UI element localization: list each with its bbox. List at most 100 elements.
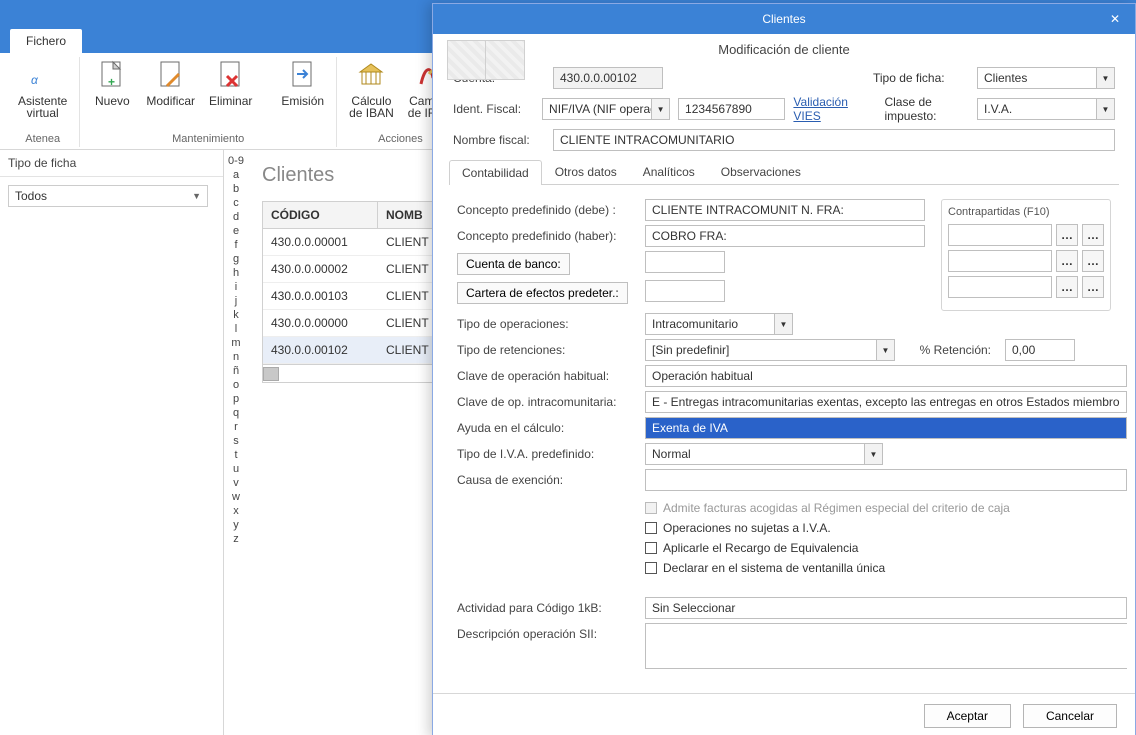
emision-button[interactable]: Emisión: [277, 57, 328, 109]
clave-hab-combo[interactable]: Operación habitual▼: [645, 365, 1127, 387]
tab-contabilidad[interactable]: Contabilidad: [449, 160, 542, 185]
tab-otros-datos[interactable]: Otros datos: [542, 159, 630, 184]
alpha-z[interactable]: z: [226, 532, 246, 546]
debe-field[interactable]: CLIENTE INTRACOMUNIT N. FRA:: [645, 199, 925, 221]
clave-intra-combo[interactable]: E - Entregas intracomunitarias exentas, …: [645, 391, 1127, 413]
tipo-ficha-select[interactable]: Todos ▼: [8, 185, 208, 207]
alpha-c[interactable]: c: [226, 196, 246, 210]
debe-label: Concepto predefinido (debe) :: [457, 203, 635, 217]
modal-subtitle: Modificación de cliente: [441, 42, 1127, 57]
alpha-0-9[interactable]: 0-9: [226, 154, 246, 168]
group-title-mant: Mantenimiento: [88, 133, 328, 147]
tipo-ret-label: Tipo de retenciones:: [457, 343, 635, 357]
alpha-r[interactable]: r: [226, 420, 246, 434]
lookup-button[interactable]: …: [1082, 276, 1104, 298]
nombre-field[interactable]: CLIENTE INTRACOMUNITARIO: [553, 129, 1115, 151]
alpha-i[interactable]: i: [226, 280, 246, 294]
modal-titlebar[interactable]: Clientes ✕: [433, 4, 1135, 34]
clave-intra-label: Clave de op. intracomunitaria:: [457, 395, 635, 409]
chk-recargo[interactable]: Aplicarle el Recargo de Equivalencia: [645, 541, 1127, 555]
cartera-button[interactable]: Cartera de efectos predeter.:: [457, 282, 628, 304]
ribbon-tab-fichero[interactable]: Fichero: [10, 29, 82, 53]
lookup-button[interactable]: …: [1056, 276, 1078, 298]
haber-field[interactable]: COBRO FRA:: [645, 225, 925, 247]
tab-observaciones[interactable]: Observaciones: [708, 159, 814, 184]
tab-analíticos[interactable]: Analíticos: [630, 159, 708, 184]
lookup-button[interactable]: …: [1056, 250, 1078, 272]
iban-label: Cálculo de IBAN: [349, 95, 394, 119]
calculo-iban-button[interactable]: Cálculo de IBAN: [345, 57, 398, 121]
alpha-m[interactable]: m: [226, 336, 246, 350]
alpha-d[interactable]: d: [226, 210, 246, 224]
alpha-n[interactable]: n: [226, 350, 246, 364]
modificar-label: Modificar: [146, 95, 195, 107]
image-placeholder[interactable]: [447, 40, 525, 80]
lookup-button[interactable]: …: [1056, 224, 1078, 246]
aceptar-button[interactable]: Aceptar: [924, 704, 1011, 728]
chk4-label: Declarar en el sistema de ventanilla úni…: [663, 561, 885, 575]
alpha-l[interactable]: l: [226, 322, 246, 336]
asistente-label: Asistente virtual: [18, 95, 67, 119]
asistente-virtual-button[interactable]: α Asistente virtual: [14, 57, 71, 121]
cuenta-banco-button[interactable]: Cuenta de banco:: [457, 253, 570, 275]
cancelar-button[interactable]: Cancelar: [1023, 704, 1117, 728]
svg-text:α: α: [31, 73, 39, 87]
alpha-t[interactable]: t: [226, 448, 246, 462]
nuevo-button[interactable]: +Nuevo: [88, 57, 136, 109]
alpha-g[interactable]: g: [226, 252, 246, 266]
chk-no-sujetas[interactable]: Operaciones no sujetas a I.V.A.: [645, 521, 1127, 535]
clase-imp-label: Clase de impuesto:: [884, 95, 969, 123]
modificar-button[interactable]: Modificar: [142, 57, 199, 109]
alpha-o[interactable]: o: [226, 378, 246, 392]
cartera-field[interactable]: [645, 280, 725, 302]
ayuda-value: Exenta de IVA: [645, 417, 1127, 439]
ident-value-field[interactable]: 1234567890: [678, 98, 785, 120]
actividad-label: Actividad para Código 1kB:: [457, 601, 635, 615]
ident-tipo-combo[interactable]: NIF/IVA (NIF operad▼: [542, 98, 670, 120]
tipo-ret-combo[interactable]: [Sin predefinir]▼: [645, 339, 895, 361]
col-codigo[interactable]: CÓDIGO: [263, 202, 378, 228]
contrapartidas-box: Contrapartidas (F10) …… …… ……: [941, 199, 1111, 311]
cell-codigo: 430.0.0.00103: [263, 283, 378, 309]
actividad-combo[interactable]: Sin Seleccionar▼: [645, 597, 1127, 619]
cell-codigo: 430.0.0.00000: [263, 310, 378, 336]
lookup-button[interactable]: …: [1082, 250, 1104, 272]
validacion-vies-link[interactable]: Validación VIES: [793, 95, 868, 123]
tipo-ficha-combo[interactable]: Clientes▼: [977, 67, 1115, 89]
alpha-w[interactable]: w: [226, 490, 246, 504]
lookup-button[interactable]: …: [1082, 224, 1104, 246]
alpha-h[interactable]: h: [226, 266, 246, 280]
ayuda-combo[interactable]: Exenta de IVA▼: [645, 417, 1127, 439]
document-plus-icon: +: [96, 59, 128, 91]
clase-imp-combo[interactable]: I.V.A.▼: [977, 98, 1115, 120]
eliminar-button[interactable]: Eliminar: [205, 57, 256, 109]
chk-ventanilla[interactable]: Declarar en el sistema de ventanilla úni…: [645, 561, 1127, 575]
contra-field-1[interactable]: [948, 224, 1052, 246]
alpha-e[interactable]: e: [226, 224, 246, 238]
alpha-j[interactable]: j: [226, 294, 246, 308]
alpha-b[interactable]: b: [226, 182, 246, 196]
alpha-k[interactable]: k: [226, 308, 246, 322]
alpha-f[interactable]: f: [226, 238, 246, 252]
alpha-q[interactable]: q: [226, 406, 246, 420]
contra-field-3[interactable]: [948, 276, 1052, 298]
alpha-u[interactable]: u: [226, 462, 246, 476]
alpha-ñ[interactable]: ñ: [226, 364, 246, 378]
alpha-x[interactable]: x: [226, 504, 246, 518]
alpha-a[interactable]: a: [226, 168, 246, 182]
ribbon-group-atenea: α Asistente virtual Atenea: [6, 57, 80, 147]
contra-field-2[interactable]: [948, 250, 1052, 272]
tipo-op-combo[interactable]: Intracomunitario▼: [645, 313, 793, 335]
alpha-y[interactable]: y: [226, 518, 246, 532]
alpha-p[interactable]: p: [226, 392, 246, 406]
causa-combo[interactable]: ▼: [645, 469, 1127, 491]
alpha-s[interactable]: s: [226, 434, 246, 448]
tipo-iva-combo[interactable]: Normal▼: [645, 443, 883, 465]
close-button[interactable]: ✕: [1095, 4, 1135, 34]
causa-value: [645, 469, 1127, 491]
desc-sii-textarea[interactable]: ▲▼: [645, 623, 1127, 669]
alpha-v[interactable]: v: [226, 476, 246, 490]
tipo-iva-value: Normal: [645, 443, 865, 465]
pct-ret-field[interactable]: 0,00: [1005, 339, 1075, 361]
cuenta-banco-field[interactable]: [645, 251, 725, 273]
